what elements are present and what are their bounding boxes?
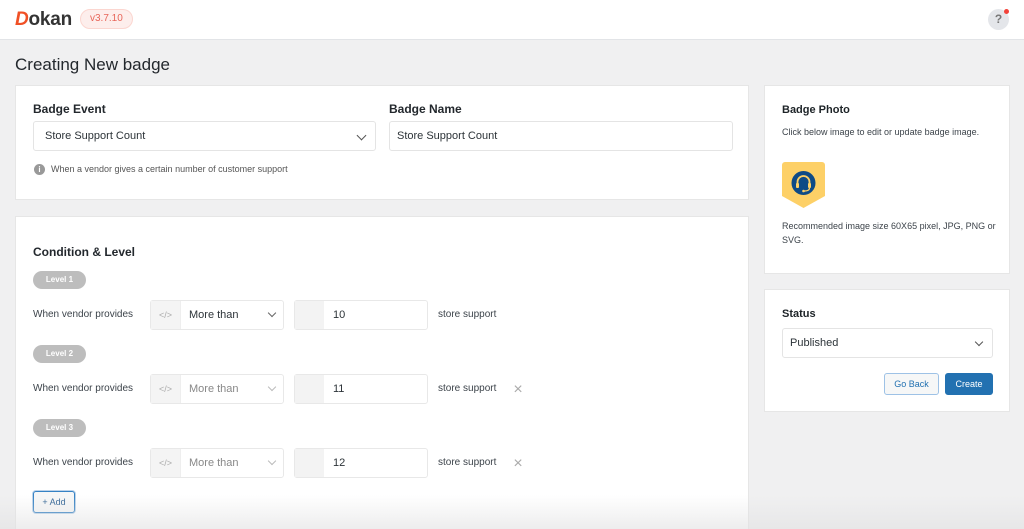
- badge-event-card: Badge Event Store Support Count i When a …: [15, 85, 749, 200]
- status-card: Status Published Go Back Create: [764, 289, 1010, 412]
- count-value: 10: [333, 309, 346, 321]
- operator-select[interactable]: </> More than: [150, 300, 284, 330]
- condition-unit: store support: [438, 383, 497, 394]
- headset-badge-icon: [782, 162, 825, 208]
- chevron-down-icon: [356, 130, 367, 141]
- status-value: Published: [790, 337, 839, 349]
- chevron-down-icon: [267, 308, 277, 318]
- level-pill: Level 3: [33, 419, 86, 437]
- operator-value: More than: [189, 457, 239, 469]
- operator-value: More than: [189, 309, 239, 321]
- condition-prefix: When vendor provides: [33, 383, 134, 394]
- code-icon: </>: [151, 375, 181, 403]
- condition-unit: store support: [438, 457, 497, 468]
- count-input[interactable]: 12: [294, 448, 428, 478]
- input-prefix: [295, 301, 324, 329]
- go-back-button[interactable]: Go Back: [884, 373, 939, 395]
- condition-level-card: Condition & Level Level 1 When vendor pr…: [15, 216, 749, 529]
- operator-select[interactable]: </> More than: [150, 374, 284, 404]
- badge-name-input[interactable]: Store Support Count: [389, 121, 733, 151]
- input-prefix: [295, 375, 324, 403]
- dokan-logo[interactable]: Dokan: [15, 9, 72, 31]
- operator-value: More than: [189, 383, 239, 395]
- remove-level-icon[interactable]: ×: [511, 382, 525, 398]
- badge-photo-recommendation: Recommended image size 60X65 pixel, JPG,…: [782, 221, 996, 245]
- hint-text: When a vendor gives a certain number of …: [51, 164, 288, 174]
- level-pill: Level 1: [33, 271, 86, 289]
- badge-event-label: Badge Event: [33, 102, 106, 116]
- version-badge: v3.7.10: [80, 9, 133, 29]
- badge-event-select[interactable]: Store Support Count: [33, 121, 376, 151]
- remove-level-icon[interactable]: ×: [511, 456, 525, 472]
- chevron-down-icon: [267, 456, 277, 466]
- code-icon: </>: [151, 301, 181, 329]
- chevron-down-icon: [974, 337, 984, 347]
- condition-title: Condition & Level: [33, 245, 135, 259]
- level-pill: Level 2: [33, 345, 86, 363]
- add-level-button[interactable]: + Add: [33, 491, 75, 513]
- notification-dot: [1004, 9, 1009, 14]
- badge-name-label: Badge Name: [389, 102, 462, 116]
- badge-photo-description: Click below image to edit or update badg…: [782, 127, 980, 137]
- top-bar: Dokan v3.7.10 ?: [0, 0, 1024, 40]
- input-prefix: [295, 449, 324, 477]
- count-input[interactable]: 11: [294, 374, 428, 404]
- badge-image[interactable]: [782, 162, 825, 208]
- count-input[interactable]: 10: [294, 300, 428, 330]
- count-value: 12: [333, 457, 346, 469]
- badge-event-value: Store Support Count: [45, 130, 146, 142]
- condition-prefix: When vendor provides: [33, 457, 134, 468]
- condition-unit: store support: [438, 309, 497, 320]
- status-title: Status: [782, 308, 816, 320]
- condition-prefix: When vendor provides: [33, 309, 134, 320]
- status-select[interactable]: Published: [782, 328, 993, 358]
- page-title: Creating New badge: [15, 55, 170, 74]
- badge-event-hint: i When a vendor gives a certain number of…: [34, 163, 288, 176]
- create-button[interactable]: Create: [945, 373, 993, 395]
- badge-photo-title: Badge Photo: [782, 104, 850, 116]
- code-icon: </>: [151, 449, 181, 477]
- info-icon: i: [34, 164, 45, 176]
- badge-photo-card: Badge Photo Click below image to edit or…: [764, 85, 1010, 274]
- operator-select[interactable]: </> More than: [150, 448, 284, 478]
- count-value: 11: [333, 383, 345, 395]
- chevron-down-icon: [267, 382, 277, 392]
